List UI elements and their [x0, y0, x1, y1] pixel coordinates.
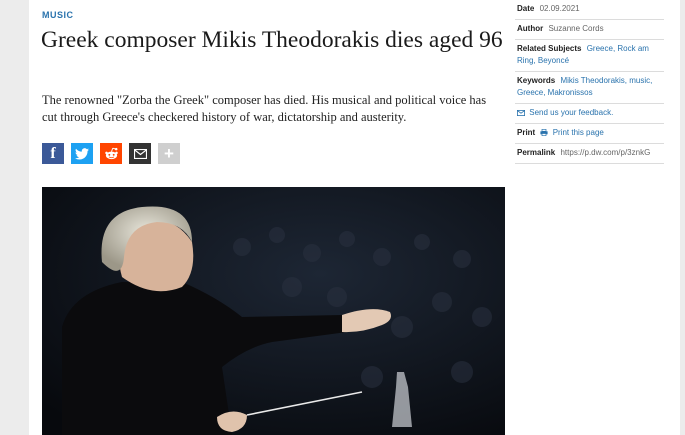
related-subjects-row: Related Subjects Greece, Rock am Ring, B…	[515, 40, 664, 72]
author-value: Suzanne Cords	[548, 24, 604, 33]
plus-icon: +	[164, 143, 174, 163]
date-label: Date	[517, 4, 535, 13]
twitter-share-button[interactable]	[71, 143, 93, 164]
share-bar: f +	[42, 143, 180, 164]
keywords-row: Keywords Mikis Theodorakis, music, Greec…	[515, 72, 664, 104]
keywords-label: Keywords	[517, 76, 556, 85]
author-label: Author	[517, 24, 544, 33]
feedback-row[interactable]: Send us your feedback.	[515, 104, 664, 124]
article-photo	[42, 187, 505, 435]
related-subjects-label: Related Subjects	[517, 44, 582, 53]
reddit-share-button[interactable]	[100, 143, 122, 164]
email-share-button[interactable]	[129, 143, 151, 164]
category-link[interactable]: MUSIC	[42, 10, 74, 20]
envelope-icon	[133, 148, 147, 159]
more-share-button[interactable]: +	[158, 143, 180, 164]
facebook-share-button[interactable]: f	[42, 143, 64, 164]
facebook-icon: f	[50, 144, 56, 162]
article-teaser: The renowned "Zorba the Greek" composer …	[42, 93, 487, 124]
envelope-icon	[517, 109, 525, 116]
article-details-sidebar: Date 02.09.2021 Author Suzanne Cords Rel…	[515, 0, 664, 164]
feedback-link[interactable]: Send us your feedback.	[529, 108, 613, 117]
printer-icon	[540, 129, 549, 137]
print-row: Print Print this page	[515, 124, 664, 144]
permalink-row: Permalink https://p.dw.com/p/3znkG	[515, 144, 664, 164]
reddit-icon	[104, 147, 118, 160]
date-value: 02.09.2021	[539, 4, 580, 13]
conductor-image	[42, 187, 505, 435]
permalink-label: Permalink	[517, 148, 556, 157]
twitter-icon	[75, 147, 89, 160]
print-label: Print	[517, 128, 536, 137]
author-row: Author Suzanne Cords	[515, 20, 664, 40]
print-link[interactable]: Print this page	[553, 128, 604, 137]
article-headline: Greek composer Mikis Theodorakis dies ag…	[41, 27, 503, 53]
article-page: MUSIC Greek composer Mikis Theodorakis d…	[29, 0, 680, 435]
date-row: Date 02.09.2021	[515, 0, 664, 20]
permalink-value[interactable]: https://p.dw.com/p/3znkG	[560, 148, 650, 157]
